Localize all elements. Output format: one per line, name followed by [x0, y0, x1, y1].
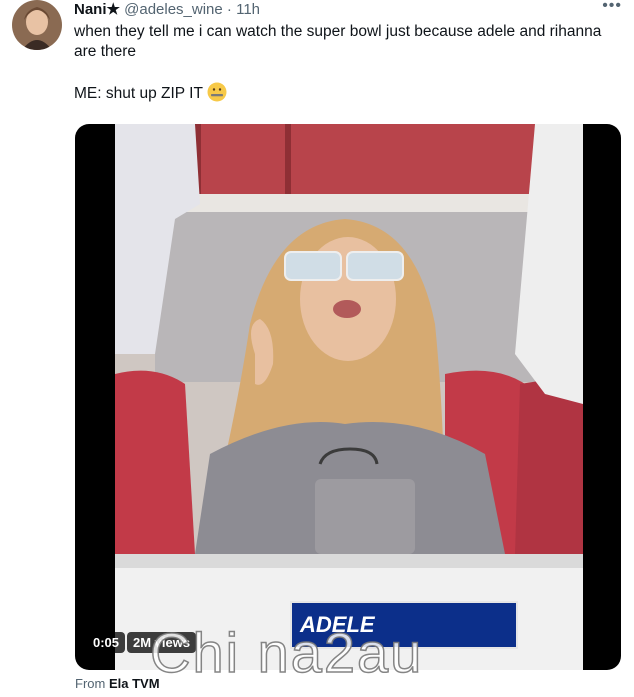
tweet-text: when they tell me i can watch the super … — [74, 22, 614, 104]
display-name[interactable]: Nani★ — [74, 1, 120, 18]
tweet-text-line1: when they tell me i can watch the super … — [74, 23, 602, 60]
video-duration-badge: 0:05 — [87, 632, 126, 653]
tweet-text-line2: ME: shut up ZIP IT — [74, 82, 614, 104]
more-horizontal-icon[interactable]: ••• — [602, 0, 622, 16]
media-source: From Ela TVM — [75, 676, 160, 691]
media-source-prefix: From — [75, 676, 106, 691]
media-source-account[interactable]: Ela TVM — [109, 676, 160, 691]
timestamp[interactable]: 11h — [236, 1, 260, 18]
tweet-header: Nani★ @adeles_wine · 11h ••• — [74, 0, 622, 20]
watermark: Chi na2au — [149, 620, 424, 685]
separator: · — [226, 1, 232, 18]
video-player[interactable]: ADELE 0:05 2M views — [75, 124, 621, 670]
tweet-text-line2-text: ME: shut up ZIP IT — [74, 85, 203, 102]
zipper-mouth-emoji-icon — [207, 82, 227, 102]
avatar[interactable] — [12, 0, 62, 50]
video-frame[interactable] — [115, 124, 583, 670]
handle[interactable]: @adeles_wine — [124, 1, 223, 18]
